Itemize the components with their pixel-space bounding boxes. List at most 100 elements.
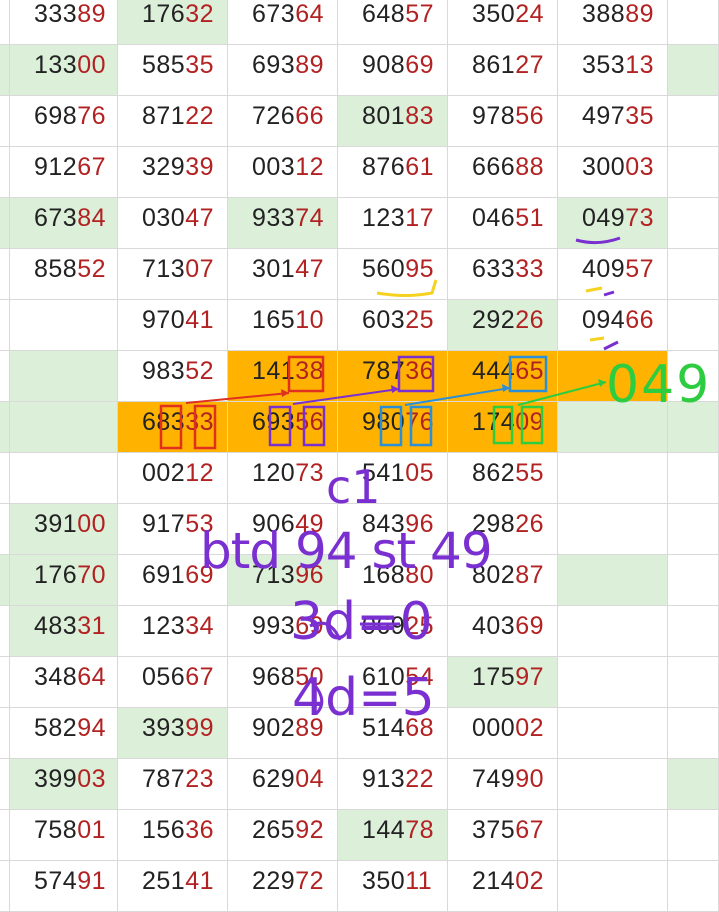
note-btd: btd 94 st 49	[200, 522, 493, 580]
grid-cell: 93374	[228, 198, 338, 249]
number-tail: 32	[185, 0, 215, 28]
grid-cell: 80183	[338, 96, 448, 147]
grid-cell: 22972	[228, 861, 338, 912]
number-head: 858	[34, 255, 78, 283]
cell-number: 35313	[582, 40, 654, 91]
cell-number: 86127	[472, 40, 544, 91]
number-tail: 47	[295, 255, 325, 283]
note-3d: 3d=0	[290, 592, 433, 652]
edge-strip-left	[0, 96, 10, 147]
grid-cell: 14138	[228, 351, 338, 402]
number-head: 353	[582, 51, 626, 79]
cell-number: 14478	[362, 805, 434, 856]
number-tail: 22	[405, 765, 435, 793]
grid-cell: 91267	[10, 147, 118, 198]
cell-number: 69876	[34, 91, 106, 142]
number-head: 970	[142, 306, 186, 334]
number-head: 749	[472, 765, 516, 793]
grid-cell	[668, 96, 719, 147]
grid-cell: 48331	[10, 606, 118, 657]
number-tail: 00	[77, 510, 107, 538]
edge-strip-left	[0, 555, 10, 606]
cell-number: 16510	[252, 295, 324, 346]
number-head: 175	[472, 663, 516, 691]
grid-cell	[10, 351, 118, 402]
cell-number: 68333	[142, 397, 214, 448]
cell-number: 33389	[34, 0, 106, 40]
number-head: 560	[362, 255, 406, 283]
edge-strip-left	[0, 861, 10, 912]
cell-number: 69389	[252, 40, 324, 91]
grid-cell: 58294	[10, 708, 118, 759]
number-tail: 67	[77, 153, 107, 181]
cell-number: 75801	[34, 805, 106, 856]
cell-number: 90869	[362, 40, 434, 91]
grid-cell: 39100	[10, 504, 118, 555]
number-head: 375	[472, 816, 516, 844]
grid-cell: 67384	[10, 198, 118, 249]
number-head: 980	[362, 408, 406, 436]
grid-cell: 15636	[118, 810, 228, 861]
number-tail: 84	[77, 204, 107, 232]
cell-number: 86255	[472, 448, 544, 499]
number-head: 758	[34, 816, 78, 844]
grid-cell: 67364	[228, 0, 338, 45]
number-head: 141	[252, 357, 296, 385]
grid-cell: 74990	[448, 759, 558, 810]
grid-cell: 33389	[10, 0, 118, 45]
edge-strip-left	[0, 300, 10, 351]
grid-cell: 69876	[10, 96, 118, 147]
number-head: 917	[142, 510, 186, 538]
number-tail: 55	[515, 459, 545, 487]
number-tail: 47	[185, 204, 215, 232]
number-head: 409	[582, 255, 626, 283]
cell-number: 97041	[142, 295, 214, 346]
grid-cell: 29226	[448, 300, 558, 351]
edge-strip-left	[0, 453, 10, 504]
number-head: 403	[472, 612, 516, 640]
grid-cell: 87661	[338, 147, 448, 198]
number-tail: 94	[77, 714, 107, 742]
grid-cell: 40957	[558, 249, 668, 300]
grid-cell: 00212	[118, 453, 228, 504]
number-grid: 33389 17632 67364 64857 35024 38889 13300 58535…	[0, 0, 719, 912]
cell-number: 62904	[252, 754, 324, 805]
number-tail: 27	[515, 51, 545, 79]
number-head: 176	[34, 561, 78, 589]
grid-cell	[558, 861, 668, 912]
cell-number: 32939	[142, 142, 214, 193]
number-head: 787	[362, 357, 406, 385]
number-tail: 57	[405, 0, 435, 28]
number-tail: 56	[295, 408, 325, 436]
number-tail: 56	[515, 102, 545, 130]
grid-cell: 71307	[118, 249, 228, 300]
grid-cell	[10, 300, 118, 351]
number-head: 399	[34, 765, 78, 793]
number-head: 002	[142, 459, 186, 487]
grid-cell: 64857	[338, 0, 448, 45]
grid-cell: 69356	[228, 402, 338, 453]
cell-number: 78723	[142, 754, 214, 805]
cell-number: 04651	[472, 193, 544, 244]
number-tail: 12	[295, 153, 325, 181]
grid-cell: 56095	[338, 249, 448, 300]
grid-cell: 14478	[338, 810, 448, 861]
number-tail: 03	[625, 153, 655, 181]
edge-strip-left	[0, 0, 10, 45]
grid-cell: 66688	[448, 147, 558, 198]
number-tail: 73	[625, 204, 655, 232]
number-tail: 09	[515, 408, 545, 436]
edge-strip-left	[0, 708, 10, 759]
edge-strip-left	[0, 759, 10, 810]
cell-number: 56095	[362, 244, 434, 295]
grid-cell	[558, 606, 668, 657]
number-tail: 89	[77, 0, 107, 28]
number-tail: 26	[515, 306, 545, 334]
edge-strip-left	[0, 198, 10, 249]
number-tail: 66	[625, 306, 655, 334]
grid-cell	[668, 759, 719, 810]
cell-number: 38889	[582, 0, 654, 40]
cell-number: 80183	[362, 91, 434, 142]
number-head: 333	[34, 0, 78, 28]
number-tail: 35	[625, 102, 655, 130]
